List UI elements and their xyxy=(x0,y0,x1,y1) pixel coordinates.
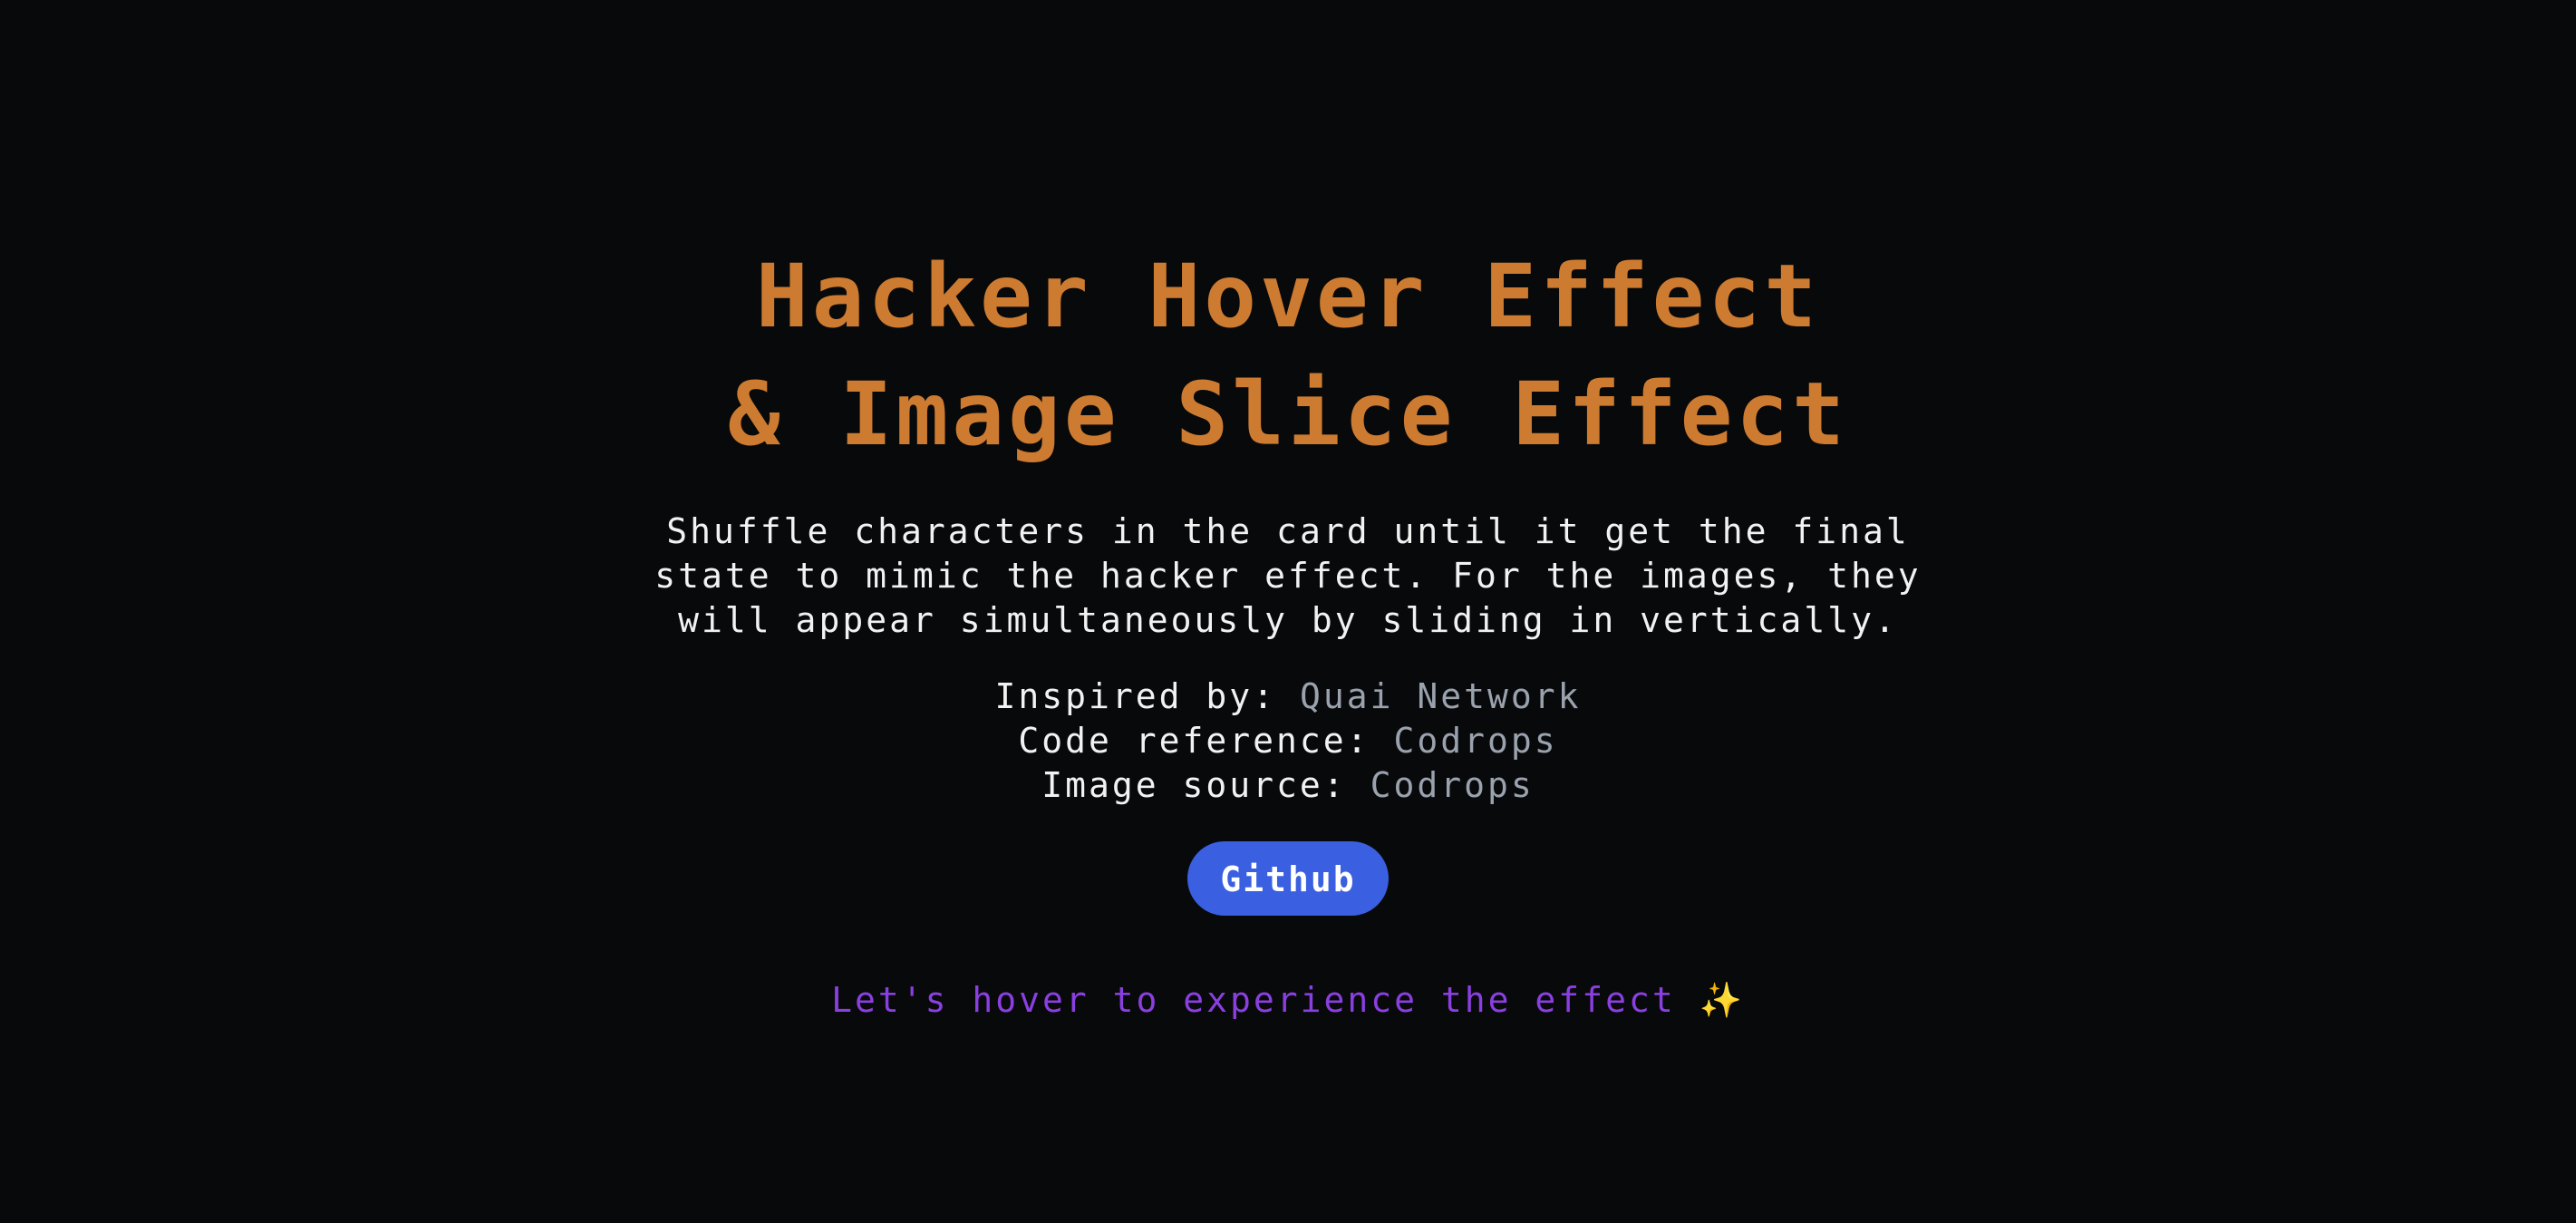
description: Shuffle characters in the card until it … xyxy=(0,510,2576,643)
github-button-wrapper: Github xyxy=(0,841,2576,916)
credit-image-source: Image source: Codrops xyxy=(0,763,2576,808)
description-line-3: will appear simultaneously by sliding in… xyxy=(678,600,1898,640)
description-line-1: Shuffle characters in the card until it … xyxy=(666,511,1910,551)
page-title: Hacker Hover Effect & Image Slice Effect xyxy=(0,238,2576,473)
title-line-1: Hacker Hover Effect xyxy=(755,246,1821,347)
page: Hacker Hover Effect & Image Slice Effect… xyxy=(0,0,2576,1223)
description-line-2: state to mimic the hacker effect. For th… xyxy=(654,556,1922,596)
title-line-2: & Image Slice Effect xyxy=(728,364,1848,465)
credits: Inspired by: Quai Network Code reference… xyxy=(0,675,2576,808)
hint-text: Let's hover to experience the effect xyxy=(831,980,1700,1020)
codrops-image-link[interactable]: Codrops xyxy=(1370,765,1535,805)
credit-inspired-by: Inspired by: Quai Network xyxy=(0,675,2576,719)
credit-label: Code reference: xyxy=(1018,721,1394,761)
sparkles-icon: ✨ xyxy=(1699,980,1745,1020)
credit-label: Image source: xyxy=(1041,765,1370,805)
codrops-code-link[interactable]: Codrops xyxy=(1393,721,1557,761)
credit-code-reference: Code reference: Codrops xyxy=(0,719,2576,763)
credit-label: Inspired by: xyxy=(994,676,1300,716)
github-button[interactable]: Github xyxy=(1187,841,1389,916)
hover-hint: Let's hover to experience the effect ✨ xyxy=(0,977,2576,1023)
quai-network-link[interactable]: Quai Network xyxy=(1300,676,1582,716)
